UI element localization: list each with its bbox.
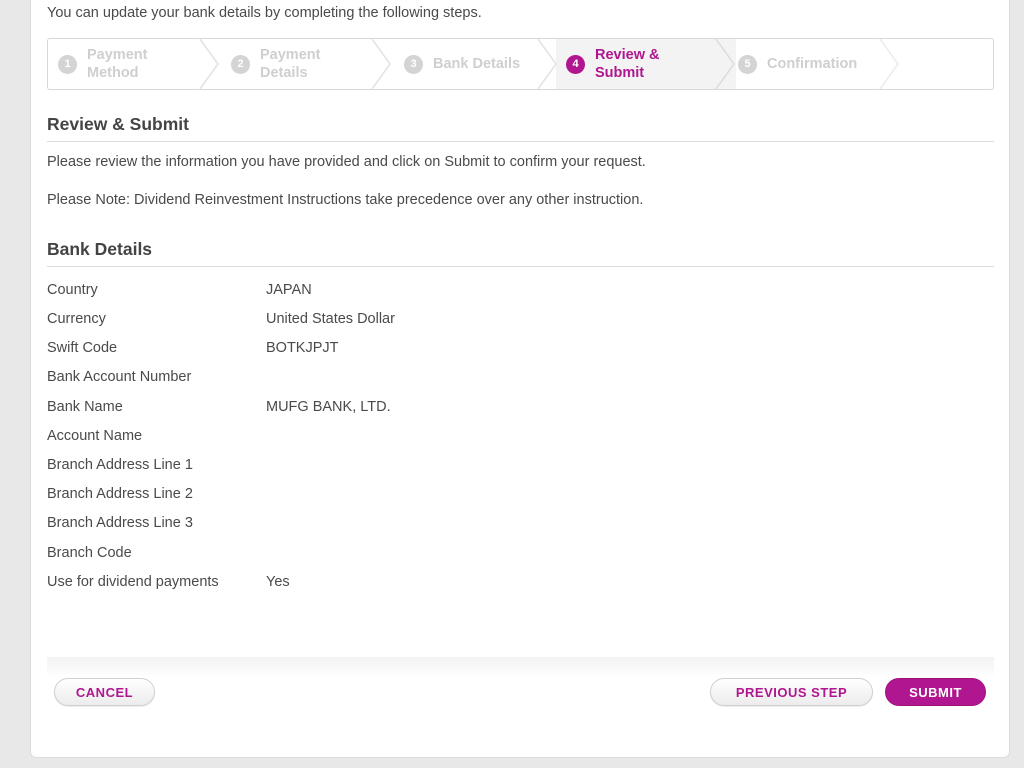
detail-row-country: Country JAPAN: [47, 282, 647, 304]
step-label-line1: Confirmation: [767, 56, 858, 72]
intro-text: You can update your bank details by comp…: [47, 5, 482, 21]
detail-value: BOTKJPJT: [266, 340, 339, 356]
detail-label: Use for dividend payments: [47, 574, 219, 590]
step-label-line1: Bank Details: [433, 56, 521, 72]
step-label-line2: Details: [260, 65, 308, 81]
step-number-badge: 3: [404, 54, 423, 74]
step-number-badge: 4: [566, 54, 585, 74]
detail-label: Branch Address Line 1: [47, 457, 193, 473]
step-separator-icon: [537, 39, 557, 89]
detail-row-account-name: Account Name: [47, 428, 647, 450]
step-confirmation: 5 Confirmation: [738, 39, 857, 89]
step-separator-icon: [199, 39, 219, 89]
step-separator-icon: [879, 39, 899, 89]
detail-label: Bank Name: [47, 399, 123, 415]
previous-step-button[interactable]: PREVIOUS STEP: [710, 678, 873, 706]
detail-row-branch-code: Branch Code: [47, 545, 647, 567]
step-separator-icon: [714, 39, 735, 89]
detail-label: Branch Code: [47, 545, 132, 561]
detail-row-currency: Currency United States Dollar: [47, 311, 647, 333]
detail-row-branch-address-2: Branch Address Line 2: [47, 486, 647, 508]
progress-stepper: 1 Payment Method 2 Payment Details 3 Ban…: [47, 38, 994, 90]
detail-label: Branch Address Line 2: [47, 486, 193, 502]
step-number-badge: 1: [58, 54, 77, 74]
detail-row-dividend-payments: Use for dividend payments Yes: [47, 574, 647, 596]
step-label-line1: Payment: [260, 47, 321, 63]
detail-label: Country: [47, 282, 98, 298]
step-label-line2: Method: [87, 65, 139, 81]
detail-value: MUFG BANK, LTD.: [266, 399, 391, 415]
action-bar: CANCEL PREVIOUS STEP SUBMIT: [47, 657, 994, 727]
detail-label: Account Name: [47, 428, 143, 444]
step-review-submit: 4 Review & Submit: [566, 39, 659, 89]
detail-row-branch-address-1: Branch Address Line 1: [47, 457, 647, 479]
step-number-badge: 2: [231, 54, 250, 74]
review-heading: Review & Submit: [47, 114, 994, 142]
step-payment-method: 1 Payment Method: [58, 39, 147, 89]
detail-label: Bank Account Number: [47, 369, 192, 385]
detail-row-bank-account-number: Bank Account Number: [47, 369, 647, 391]
step-separator-icon: [371, 39, 391, 89]
step-label-line1: Payment: [87, 47, 148, 63]
detail-label: Currency: [47, 311, 106, 327]
step-number-badge: 5: [738, 54, 757, 74]
review-instruction: Please review the information you have p…: [47, 154, 646, 170]
detail-row-branch-address-3: Branch Address Line 3: [47, 515, 647, 537]
step-label-line2: Submit: [595, 65, 645, 81]
step-payment-details: 2 Payment Details: [231, 39, 320, 89]
detail-row-bank-name: Bank Name MUFG BANK, LTD.: [47, 399, 647, 421]
step-label-line1: Review &: [595, 47, 660, 63]
bank-details-heading: Bank Details: [47, 239, 994, 267]
detail-row-swift-code: Swift Code BOTKJPJT: [47, 340, 647, 362]
main-panel: You can update your bank details by comp…: [30, 0, 1010, 758]
detail-value: JAPAN: [266, 282, 312, 298]
step-bank-details: 3 Bank Details: [404, 39, 520, 89]
detail-value: Yes: [266, 574, 290, 590]
detail-value: United States Dollar: [266, 311, 395, 327]
submit-button[interactable]: SUBMIT: [885, 678, 986, 706]
detail-label: Branch Address Line 3: [47, 515, 193, 531]
dividend-note: Please Note: Dividend Reinvestment Instr…: [47, 192, 644, 208]
cancel-button[interactable]: CANCEL: [54, 678, 155, 706]
detail-label: Swift Code: [47, 340, 118, 356]
